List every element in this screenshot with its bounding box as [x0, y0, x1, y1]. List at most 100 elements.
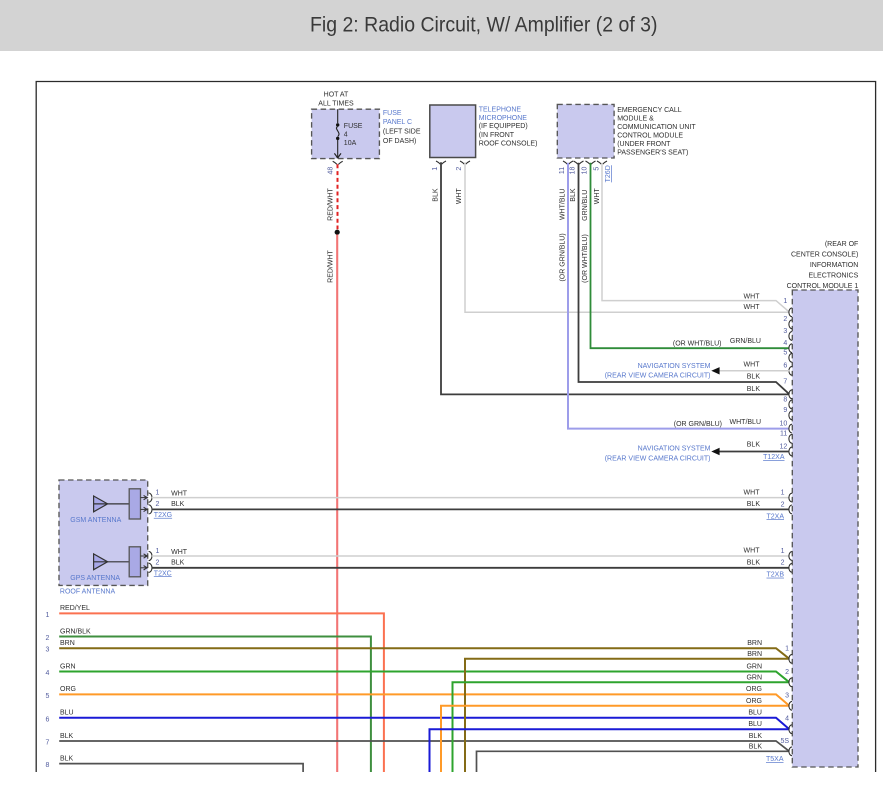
svg-text:BLK: BLK: [749, 743, 763, 750]
svg-text:ELECTRONICS: ELECTRONICS: [809, 273, 859, 280]
svg-text:12: 12: [780, 443, 788, 450]
svg-text:WHT: WHT: [744, 304, 761, 311]
svg-text:5: 5: [593, 167, 600, 171]
svg-text:T26D: T26D: [605, 165, 612, 182]
svg-text:1: 1: [46, 612, 50, 619]
svg-text:GSM ANTENNA: GSM ANTENNA: [70, 517, 121, 524]
svg-text:8: 8: [46, 762, 50, 769]
svg-text:18: 18: [569, 167, 576, 175]
svg-text:WHT: WHT: [744, 489, 761, 496]
svg-text:3: 3: [785, 692, 789, 699]
svg-text:7: 7: [783, 378, 787, 385]
svg-text:BLU: BLU: [748, 710, 762, 717]
svg-text:NAVIGATION SYSTEM: NAVIGATION SYSTEM: [638, 445, 711, 452]
svg-text:MODULE &: MODULE &: [617, 115, 654, 122]
svg-text:3: 3: [783, 328, 787, 335]
svg-text:T5XA: T5XA: [766, 756, 784, 763]
svg-text:10A: 10A: [344, 140, 357, 147]
svg-text:6: 6: [783, 363, 787, 370]
svg-text:ORG: ORG: [60, 686, 76, 693]
svg-text:PANEL C: PANEL C: [383, 119, 412, 126]
svg-text:48: 48: [328, 167, 335, 175]
svg-text:ORG: ORG: [746, 698, 762, 705]
svg-text:2: 2: [783, 316, 787, 323]
svg-text:1: 1: [432, 167, 439, 171]
svg-text:BLK: BLK: [747, 442, 761, 449]
svg-text:ROOF CONSOLE): ROOF CONSOLE): [479, 141, 538, 148]
svg-text:GRN/BLU: GRN/BLU: [582, 190, 589, 221]
svg-text:ALL TIMES: ALL TIMES: [318, 100, 354, 107]
svg-text:BLK: BLK: [171, 501, 185, 508]
svg-text:RED/WHT: RED/WHT: [328, 187, 335, 220]
svg-text:BRN: BRN: [747, 651, 762, 658]
svg-text:T2XA: T2XA: [766, 513, 784, 520]
svg-text:(REAR OF: (REAR OF: [825, 241, 858, 248]
svg-text:RED/WHT: RED/WHT: [328, 249, 335, 282]
svg-text:GRN/BLU: GRN/BLU: [730, 338, 761, 345]
svg-text:GPS ANTENNA: GPS ANTENNA: [70, 575, 120, 582]
svg-text:11: 11: [559, 167, 566, 174]
svg-text:9: 9: [783, 407, 787, 414]
svg-text:5S: 5S: [780, 738, 789, 745]
svg-text:2: 2: [156, 560, 160, 567]
svg-text:(OR WHT/BLU): (OR WHT/BLU): [673, 340, 722, 347]
svg-text:T2XB: T2XB: [766, 572, 784, 579]
svg-text:8: 8: [783, 396, 787, 403]
svg-text:ROOF ANTENNA: ROOF ANTENNA: [60, 589, 116, 596]
svg-text:1: 1: [785, 645, 789, 652]
svg-text:2: 2: [785, 669, 789, 676]
svg-text:GRN: GRN: [60, 663, 76, 670]
svg-text:FUSE: FUSE: [383, 110, 402, 117]
svg-text:(UNDER FRONT: (UNDER FRONT: [617, 141, 671, 148]
svg-text:WHT/BLU: WHT/BLU: [730, 419, 762, 426]
svg-text:BLK: BLK: [171, 559, 185, 566]
svg-text:4: 4: [46, 670, 50, 677]
svg-text:MICROPHONE: MICROPHONE: [479, 115, 528, 122]
svg-text:NAVIGATION SYSTEM: NAVIGATION SYSTEM: [638, 363, 711, 370]
svg-text:(LEFT SIDE: (LEFT SIDE: [383, 129, 421, 136]
svg-text:WHT: WHT: [594, 188, 601, 205]
svg-text:2: 2: [156, 501, 160, 508]
svg-text:1: 1: [781, 548, 785, 555]
svg-text:PASSENGER'S SEAT): PASSENGER'S SEAT): [617, 149, 688, 156]
svg-text:ORG: ORG: [746, 686, 762, 693]
svg-text:BLK: BLK: [747, 501, 761, 508]
svg-text:GRN/BLK: GRN/BLK: [60, 628, 91, 635]
svg-text:BLU: BLU: [748, 721, 762, 728]
svg-text:GRN: GRN: [746, 674, 762, 681]
svg-text:WHT/BLU: WHT/BLU: [559, 189, 566, 221]
svg-text:BRN: BRN: [747, 640, 762, 647]
svg-text:BLU: BLU: [60, 710, 74, 717]
svg-text:5: 5: [46, 693, 50, 700]
svg-text:HOT AT: HOT AT: [324, 92, 349, 99]
svg-text:T2XG: T2XG: [154, 512, 172, 519]
svg-text:(IN FRONT: (IN FRONT: [479, 132, 515, 139]
svg-text:(OR GRN/BLU): (OR GRN/BLU): [559, 233, 566, 281]
svg-text:OF DASH): OF DASH): [383, 138, 416, 145]
svg-text:BLK: BLK: [570, 188, 577, 202]
svg-text:WHT: WHT: [744, 294, 761, 301]
svg-text:1: 1: [156, 490, 160, 497]
svg-text:4: 4: [344, 131, 348, 138]
svg-text:(REAR VIEW CAMERA CIRCUIT): (REAR VIEW CAMERA CIRCUIT): [605, 373, 711, 380]
svg-text:10: 10: [780, 421, 788, 428]
svg-text:2: 2: [781, 501, 785, 508]
svg-text:1: 1: [156, 548, 160, 555]
svg-text:1: 1: [781, 490, 785, 497]
svg-text:(OR GRN/BLU): (OR GRN/BLU): [674, 421, 722, 428]
svg-text:BLK: BLK: [747, 374, 761, 381]
svg-text:BLK: BLK: [433, 188, 440, 202]
svg-text:2: 2: [781, 560, 785, 567]
svg-text:CONTROL MODULE: CONTROL MODULE: [617, 132, 683, 139]
svg-text:COMMUNICATION UNIT: COMMUNICATION UNIT: [617, 124, 696, 131]
svg-text:(REAR VIEW CAMERA CIRCUIT): (REAR VIEW CAMERA CIRCUIT): [605, 456, 711, 463]
svg-text:INFORMATION: INFORMATION: [810, 262, 858, 269]
svg-text:T12XA: T12XA: [763, 454, 785, 461]
svg-text:CONTROL MODULE 1: CONTROL MODULE 1: [787, 283, 859, 290]
svg-text:T2XC: T2XC: [154, 570, 172, 577]
svg-text:BLK: BLK: [747, 560, 761, 567]
svg-text:WHT: WHT: [744, 548, 761, 555]
svg-text:WHT: WHT: [171, 490, 188, 497]
svg-text:7: 7: [46, 740, 50, 747]
svg-text:BLK: BLK: [60, 733, 74, 740]
